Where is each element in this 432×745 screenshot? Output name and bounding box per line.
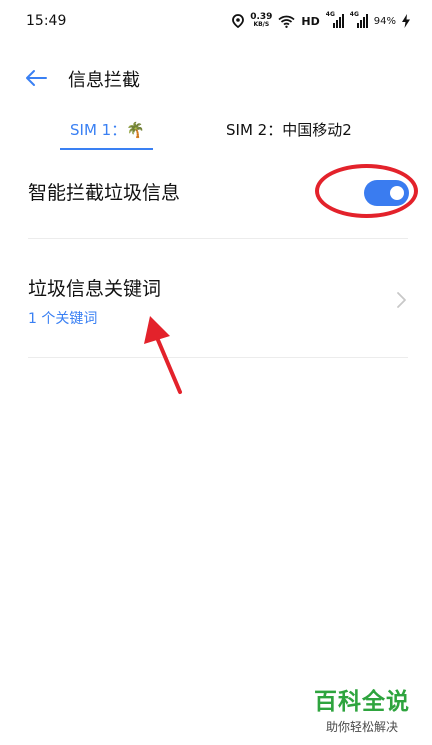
signal-icon (356, 14, 368, 28)
sim2-signal: 4G (350, 11, 368, 29)
watermark-title: 百科全说 (314, 689, 410, 715)
tab-sim1[interactable]: SIM 1：🌴 (70, 118, 145, 148)
spam-keywords-row[interactable]: 垃圾信息关键词 1 个关键词 (0, 260, 432, 356)
spam-keywords-label: 垃圾信息关键词 (28, 278, 162, 300)
location-icon (232, 14, 245, 28)
charging-icon (402, 14, 410, 28)
hd-indicator: HD (301, 14, 320, 28)
tab-sim2[interactable]: SIM 2：中国移动2 (226, 118, 352, 148)
header: 信息拦截 (0, 56, 432, 100)
signal-icon (332, 14, 344, 28)
divider (28, 357, 408, 358)
spam-block-label: 智能拦截垃圾信息 (28, 182, 181, 204)
annotation-circle (315, 164, 418, 218)
status-icons: 0.39 KB/S HD 4G 4G 94% (232, 10, 410, 32)
chevron-right-icon (397, 292, 406, 308)
wifi-icon (278, 15, 296, 28)
tab-active-indicator (60, 148, 153, 150)
watermark: 百科全说 助你轻松解决 (304, 682, 420, 735)
keywords-count: 1 个关键词 (28, 311, 98, 327)
status-time: 15:49 (26, 13, 67, 29)
page-title: 信息拦截 (68, 70, 140, 91)
sim1-signal: 4G (326, 11, 344, 29)
status-bar: 15:49 0.39 KB/S HD 4G 4G 94% (0, 0, 432, 44)
annotation-arrow-icon (144, 316, 182, 394)
arrow-left-icon[interactable] (24, 68, 48, 88)
network-speed: 0.39 KB/S (250, 12, 273, 29)
divider (28, 238, 408, 239)
watermark-subtitle: 助你轻松解决 (325, 720, 398, 734)
battery-level: 94% (373, 15, 396, 27)
